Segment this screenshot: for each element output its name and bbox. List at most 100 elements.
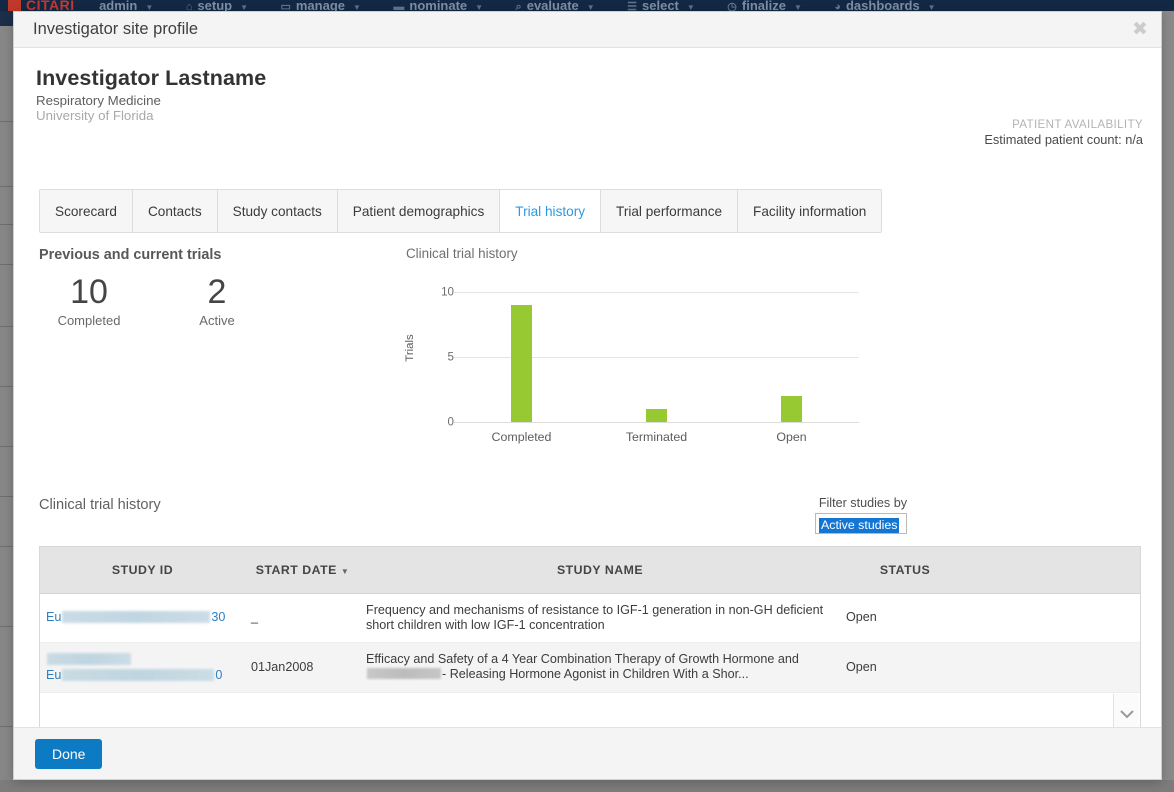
- patient-availability-block: PATIENT AVAILABILITY Estimated patient c…: [984, 117, 1143, 148]
- cell-study-name: Efficacy and Safety of a 4 Year Combinat…: [360, 642, 840, 693]
- nav-item-manage[interactable]: ▭ manage ▼: [266, 0, 374, 11]
- cell-start-date: _: [245, 593, 360, 643]
- tab-patient-demographics[interactable]: Patient demographics: [337, 190, 501, 232]
- app-logo[interactable]: CITARI: [0, 0, 81, 11]
- sort-descending-icon: ▼: [340, 566, 350, 576]
- column-header-start-date[interactable]: START DATE ▼: [245, 547, 360, 594]
- investigator-organization: University of Florida: [36, 108, 154, 123]
- cell-start-date: 01Jan2008: [245, 642, 360, 693]
- study-id-suffix: 0: [215, 667, 223, 682]
- nav-item-label: manage: [295, 0, 345, 11]
- modal-footer: Done: [14, 727, 1161, 779]
- stat-label: Completed: [57, 313, 121, 328]
- nav-item-finalize[interactable]: ◷ finalize ▼: [713, 0, 816, 11]
- column-header-status[interactable]: STATUS: [840, 547, 970, 594]
- chart-bar[interactable]: [511, 305, 532, 422]
- chart-bar[interactable]: [781, 396, 802, 422]
- redacted-text: [367, 668, 441, 679]
- study-id-suffix: 30: [211, 610, 226, 624]
- nav-item-label: evaluate: [526, 0, 579, 11]
- chart-bar[interactable]: [646, 409, 667, 422]
- clinical-trial-history-chart: Clinical trial history Trials 0 5 10 Comple…: [404, 246, 876, 451]
- redacted-text: [62, 668, 215, 681]
- nav-item-dashboards[interactable]: ◕ dashboards ▼: [820, 0, 949, 11]
- filter-studies-select[interactable]: Active studies: [815, 513, 907, 534]
- clinical-trial-history-table: STUDY ID START DATE ▼ STUDY NAME STATUS E…: [40, 547, 1140, 693]
- chevron-down-icon: ▼: [927, 3, 936, 11]
- chart-title: Clinical trial history: [406, 246, 518, 261]
- close-icon[interactable]: ✖: [1129, 19, 1151, 41]
- chart-icon: ◕: [834, 1, 841, 11]
- redacted-text: [47, 652, 131, 665]
- briefcase-icon: ▬: [393, 1, 405, 11]
- study-id-link[interactable]: Eu 30: [46, 610, 225, 624]
- history-section-title: Clinical trial history: [39, 497, 161, 513]
- column-header-label: START DATE: [255, 562, 337, 577]
- stat-active: 2 Active: [169, 272, 265, 328]
- redacted-text: [62, 611, 211, 623]
- clock-icon: ◷: [727, 1, 737, 11]
- list-icon: ☰: [627, 1, 638, 11]
- tab-trial-performance[interactable]: Trial performance: [601, 190, 739, 232]
- nav-item-label: select: [642, 0, 679, 11]
- chart-y-tick-label: 5: [447, 350, 454, 364]
- application-background: CITARI admin ▼ ⌂ setup ▼ ▭ manage ▼ ▬ nominate…: [0, 0, 1174, 792]
- study-id-prefix: Eu: [46, 610, 62, 624]
- chevron-down-icon: ▼: [353, 3, 361, 11]
- filter-label: Filter studies by: [818, 496, 907, 510]
- search-icon: ⌕: [515, 1, 522, 11]
- profile-tabs: Scorecard Contacts Study contacts Patien…: [39, 189, 883, 233]
- chevron-down-icon: ▼: [686, 3, 695, 11]
- column-header-study-id[interactable]: STUDY ID: [40, 547, 245, 594]
- nav-item-admin[interactable]: admin ▼: [85, 0, 167, 11]
- table-row[interactable]: Eu 30 _ Frequency and mechanisms of resis…: [40, 593, 1140, 643]
- filter-selected-value: Active studies: [819, 518, 900, 533]
- nav-item-label: admin: [99, 0, 138, 11]
- chart-x-tick-label: Open: [776, 430, 807, 444]
- patient-availability-label: PATIENT AVAILABILITY: [1012, 118, 1143, 131]
- app-brand-label: CITARI: [26, 0, 75, 11]
- table-row[interactable]: Eu 0 01Jan2008 Efficacy and Safety of a 4…: [40, 642, 1140, 693]
- stat-value: 2: [207, 273, 227, 311]
- modal-header: Investigator site profile ✖: [14, 12, 1161, 48]
- column-header-spacer: [970, 547, 1140, 594]
- done-button[interactable]: Done: [35, 739, 103, 769]
- table-header-row: STUDY ID START DATE ▼ STUDY NAME STATUS: [40, 547, 1140, 594]
- chevron-down-icon: ▼: [240, 3, 248, 11]
- modal-body: Investigator Lastname Respiratory Medici…: [14, 48, 1161, 736]
- cell-study-id: Eu 30: [40, 593, 245, 643]
- patient-availability-value: Estimated patient count: n/a: [984, 132, 1143, 147]
- tab-trial-history[interactable]: Trial history: [500, 190, 602, 232]
- investigator-department: Respiratory Medicine: [36, 93, 161, 108]
- tab-contacts[interactable]: Contacts: [132, 190, 218, 232]
- column-header-label: STATUS: [879, 562, 931, 577]
- nav-item-setup[interactable]: ⌂ setup ▼: [172, 0, 262, 11]
- nav-item-label: finalize: [741, 0, 786, 11]
- chevron-down-icon: ▼: [145, 3, 154, 11]
- investigator-name: Investigator Lastname: [36, 66, 267, 90]
- logo-mark-icon: [8, 0, 21, 11]
- cell-status: Open: [840, 642, 970, 693]
- nav-item-nominate[interactable]: ▬ nominate ▼: [379, 0, 497, 11]
- nav-item-label: nominate: [409, 0, 468, 11]
- chart-plot-area: Trials 0 5 10 Completed Terminated Open: [404, 284, 866, 444]
- study-name-line-1: Efficacy and Safety of a 4 Year Combinat…: [366, 652, 799, 666]
- study-id-secondary-line: [46, 652, 239, 668]
- stat-value: 10: [70, 273, 108, 311]
- modal-overlay-left-strip: [0, 26, 13, 792]
- chart-bars-container: [454, 292, 859, 423]
- chart-x-tick-label: Terminated: [625, 430, 688, 444]
- modal-title: Investigator site profile: [33, 20, 199, 38]
- nav-item-evaluate[interactable]: ⌕ evaluate ▼: [502, 0, 609, 11]
- table-body: Eu 30 _ Frequency and mechanisms of resis…: [40, 593, 1140, 693]
- folder-icon: ▭: [280, 1, 291, 11]
- nav-item-select[interactable]: ☰ select ▼: [613, 0, 709, 11]
- tab-study-contacts[interactable]: Study contacts: [217, 190, 338, 232]
- study-id-link[interactable]: Eu 0: [46, 668, 222, 682]
- stat-label: Active: [199, 313, 235, 328]
- tab-scorecard[interactable]: Scorecard: [40, 190, 133, 232]
- table-header: STUDY ID START DATE ▼ STUDY NAME STATUS: [40, 547, 1140, 594]
- column-header-study-name[interactable]: STUDY NAME: [360, 547, 840, 594]
- nav-item-label: setup: [197, 0, 233, 11]
- tab-facility-information[interactable]: Facility information: [738, 190, 882, 232]
